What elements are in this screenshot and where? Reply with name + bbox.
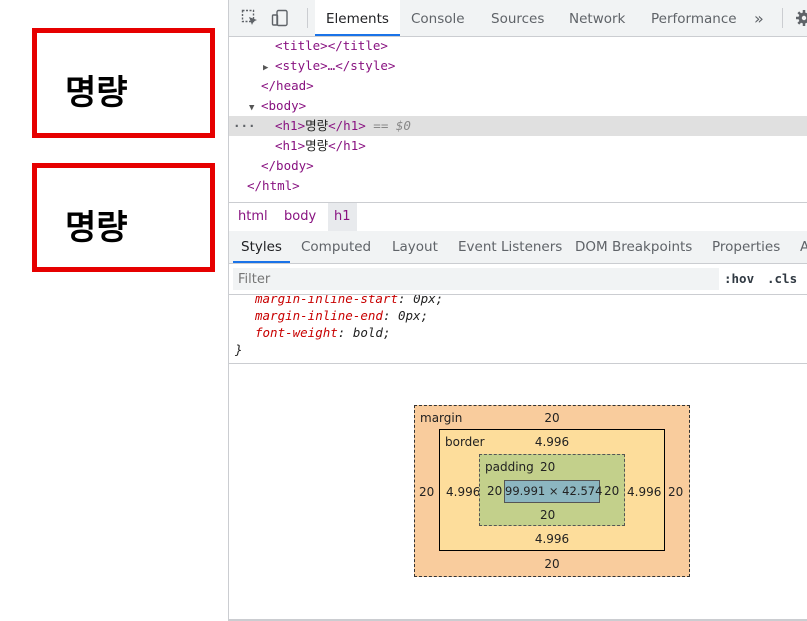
h1-text: 명량	[305, 118, 329, 133]
settings-gear-icon[interactable]	[795, 9, 807, 27]
heading-2-text: 명량	[65, 208, 128, 248]
style-property[interactable]: margin-inline-end: 0px;	[255, 307, 428, 324]
breadcrumb-html[interactable]: html	[233, 203, 273, 231]
dom-node-body[interactable]: ▼ <body>	[229, 96, 807, 116]
breadcrumb: html body h1	[229, 202, 807, 232]
tab-properties[interactable]: Properties	[712, 231, 780, 263]
margin-right-value[interactable]: 20	[668, 485, 683, 499]
selected-marker: == $0	[365, 118, 411, 133]
content-size-value[interactable]: 99.991 × 42.574	[505, 484, 602, 498]
collapse-triangle-icon[interactable]: ▼	[249, 98, 261, 118]
margin-left-value[interactable]: 20	[419, 485, 434, 499]
tab-network[interactable]: Network	[569, 0, 625, 36]
html-close-tag: </html>	[247, 178, 300, 193]
styles-subtabs: Styles Computed Layout Event Listeners D…	[229, 231, 807, 264]
cls-button[interactable]: .cls	[767, 264, 797, 294]
style-tag: <style>…</style>	[275, 58, 396, 73]
property-name: font-weight	[255, 325, 338, 340]
property-value: bold;	[352, 325, 391, 340]
breadcrumb-body[interactable]: body	[279, 203, 321, 231]
h1-open-tag: <h1>	[275, 138, 306, 153]
style-property[interactable]: margin-inline-start: 0px;	[255, 295, 443, 307]
dom-node-html-close[interactable]: </html>	[229, 176, 807, 196]
padding-bottom-value[interactable]: 20	[540, 508, 555, 522]
padding-label: padding	[485, 460, 534, 474]
hov-button[interactable]: :hov	[724, 264, 754, 294]
dom-node-h1-selected[interactable]: ··· <h1>명량</h1> == $0	[229, 116, 807, 136]
tab-event-listeners[interactable]: Event Listeners	[458, 231, 562, 263]
styles-pane: margin-inline-start: 0px; margin-inline-…	[229, 295, 807, 364]
styles-filter-bar: :hov .cls	[229, 264, 807, 295]
more-tabs-icon[interactable]: »	[754, 0, 764, 36]
tab-elements[interactable]: Elements	[315, 0, 400, 36]
filter-input[interactable]	[233, 268, 719, 290]
box-model-margin[interactable]: margin 20 20 20 20 border 4.996 4.996 4.…	[414, 405, 690, 577]
property-value: 0px;	[398, 308, 429, 323]
devtools-toolbar: Elements Console Sources Network Perform…	[229, 0, 807, 37]
h1-open-tag: <h1>	[275, 118, 306, 133]
dom-node-title[interactable]: <title></title>	[229, 36, 807, 56]
box-model-content[interactable]: 99.991 × 42.574	[504, 480, 602, 503]
border-right-value[interactable]: 4.996	[627, 485, 661, 499]
more-actions-dots-icon[interactable]: ···	[233, 116, 256, 136]
tab-layout[interactable]: Layout	[392, 231, 438, 263]
toolbar-separator	[782, 8, 783, 28]
tab-styles[interactable]: Styles	[233, 231, 290, 263]
body-close-tag: </body>	[261, 158, 314, 173]
padding-left-value[interactable]: 20	[487, 484, 502, 498]
property-name: margin-inline-end	[255, 308, 383, 323]
body-open-tag: <body>	[261, 98, 307, 113]
border-top-value[interactable]: 4.996	[440, 435, 664, 449]
inspect-element-icon[interactable]	[241, 9, 259, 27]
heading-1-text: 명량	[65, 73, 128, 113]
title-close-tag: </title>	[327, 38, 388, 53]
padding-top-value[interactable]: 20	[540, 460, 555, 474]
h1-close-tag: </h1>	[328, 118, 366, 133]
dom-node-head-close[interactable]: </head>	[229, 76, 807, 96]
title-open-tag: <title>	[275, 38, 328, 53]
border-left-value[interactable]: 4.996	[446, 485, 480, 499]
dom-node-style[interactable]: ▶ <style>…</style>	[229, 56, 807, 76]
dom-node-h1[interactable]: <h1>명량</h1>	[229, 136, 807, 156]
style-property[interactable]: font-weight: bold;	[255, 324, 391, 341]
breadcrumb-h1[interactable]: h1	[328, 203, 357, 231]
dom-node-body-close[interactable]: </body>	[229, 156, 807, 176]
padding-right-value[interactable]: 20	[604, 484, 619, 498]
box-model-padding[interactable]: padding 20 20 20 20 99.991 × 42.574	[479, 454, 625, 526]
head-close-tag: </head>	[261, 78, 314, 93]
margin-bottom-value[interactable]: 20	[415, 557, 689, 571]
expand-triangle-icon[interactable]: ▶	[263, 58, 275, 78]
tab-console[interactable]: Console	[411, 0, 465, 36]
h1-close-tag: </h1>	[328, 138, 366, 153]
device-toolbar-icon[interactable]	[271, 9, 289, 27]
h1-text: 명량	[305, 138, 329, 153]
dom-tree: <title></title> ▶ <style>…</style> </head…	[229, 36, 807, 202]
toolbar-separator	[307, 8, 308, 28]
tab-sources[interactable]: Sources	[491, 0, 544, 36]
heading-1: 명량	[32, 28, 215, 138]
devtools-panel: Elements Console Sources Network Perform…	[228, 0, 807, 621]
tab-performance[interactable]: Performance	[651, 0, 737, 36]
tab-computed[interactable]: Computed	[301, 231, 371, 263]
tab-accessibility[interactable]: A	[800, 231, 807, 263]
property-value: 0px;	[413, 295, 444, 306]
rendered-page: 명량 명량	[0, 0, 228, 621]
border-bottom-value[interactable]: 4.996	[440, 532, 664, 546]
property-name: margin-inline-start	[255, 295, 398, 306]
margin-top-value[interactable]: 20	[415, 411, 689, 425]
rule-close-brace: }	[235, 342, 243, 357]
box-model-border[interactable]: border 4.996 4.996 4.996 4.996 padding 2…	[439, 429, 665, 551]
heading-2: 명량	[32, 163, 215, 272]
tab-dom-breakpoints[interactable]: DOM Breakpoints	[575, 231, 692, 263]
